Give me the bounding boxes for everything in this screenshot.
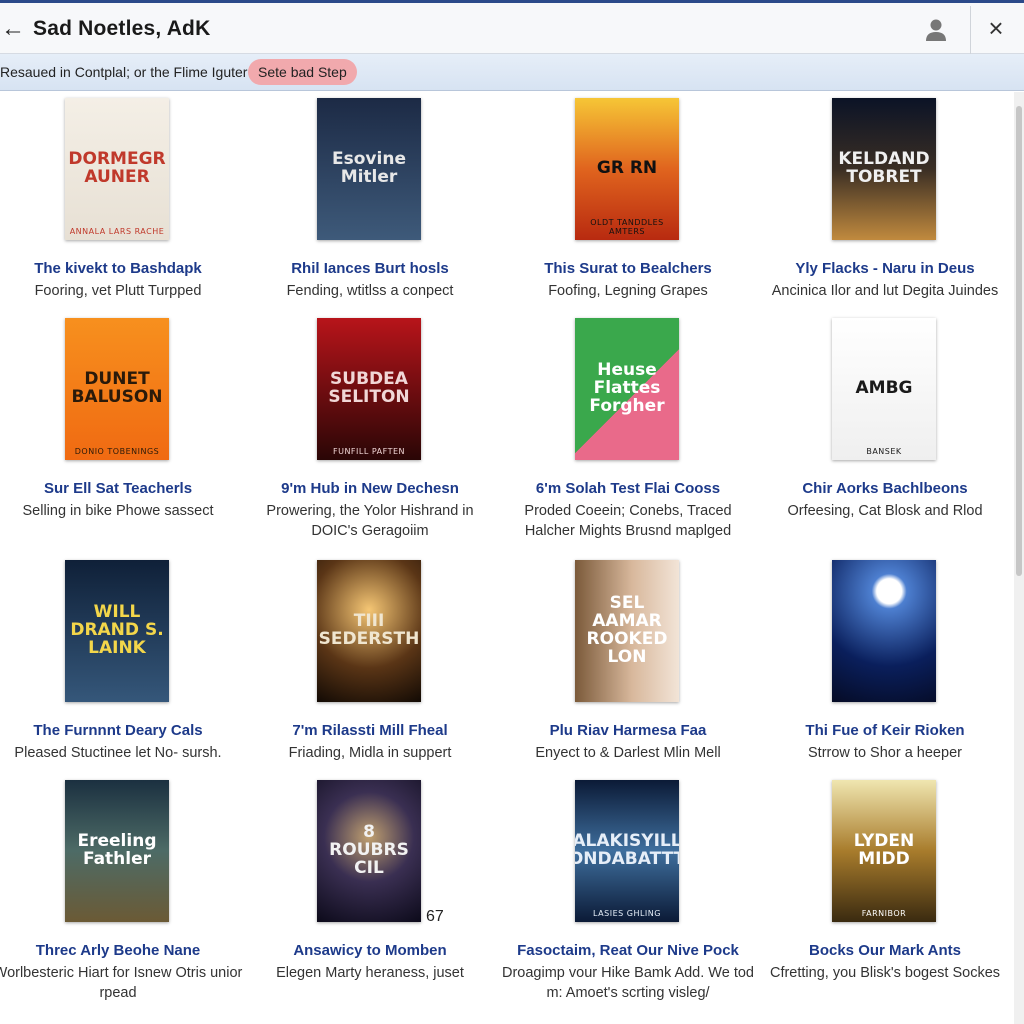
page-title: Sad Noetles, AdK [33,17,211,40]
book-title-link[interactable]: 9'm Hub in New Dechesn [242,480,498,497]
book-cover-image[interactable]: DORMEGR AUNER ANNALA LARS RACHE [65,98,169,240]
book-description: Fending, wtitlss a conpect [286,283,454,299]
book-description: Foofing, Legning Grapes [548,283,708,299]
cover-title-text [880,627,888,635]
book-cover-image[interactable]: KELDAND TOBRET [832,98,936,240]
book-cover-image[interactable]: SUBDEA SELITON FUNFILL PAFTEN [317,318,421,460]
filter-pill-button[interactable]: Sete bad Step [248,59,357,85]
cover-subtitle-text: BANSEK [866,446,902,456]
cover-subtitle-text: ANNALA LARS RACHE [69,226,165,236]
book-description: Fooring, vet Plutt Turpped [34,283,202,299]
book-cover-image[interactable]: Ereeling Fathler [65,780,169,922]
book-title-link[interactable]: 7'm Rilassti Mill Fheal [242,722,498,739]
close-icon[interactable]: × [980,13,1012,43]
sub-header-text: Resaued in Contplal; or the Flime Iguter [0,64,248,80]
cover-title-text: 8 ROUBRS CIL [329,822,409,878]
book-cover-image[interactable]: SEL AAMAR ROOKED LON [575,560,679,702]
book-title-link[interactable]: Rhil Iances Burt hosls [242,260,498,277]
sub-header-bar: Resaued in Contplal; or the Flime Iguter… [0,54,1024,91]
cover-title-text: SUBDEA SELITON [328,369,410,407]
cover-subtitle-text: LASIES GHLING [593,908,661,918]
cover-title-text: ALAKISYILL ONDABATTT [575,831,679,869]
back-arrow-icon[interactable]: ← [0,15,26,43]
book-title-link[interactable]: Yly Flacks - Naru in Deus [757,260,1013,277]
cover-title-text: TIII SEDERSTH [318,611,420,649]
book-title-link[interactable]: Sur Ell Sat Teacherls [0,480,246,497]
book-title-link[interactable]: This Surat to Bealchers [500,260,756,277]
book-cover-image[interactable]: ALAKISYILL ONDABATTT LASIES GHLING [575,780,679,922]
book-cover-image[interactable]: GR RN OLDT TANDDLES AMTERS [575,98,679,240]
book-description: Proded Coeein; Conebs, Traced Halcher Mi… [524,503,732,539]
cover-title-text: KELDAND TOBRET [838,149,930,187]
book-cover-image[interactable]: LYDEN MIDD FARNIBOR [832,780,936,922]
cover-title-text: DORMEGR AUNER [68,149,166,187]
user-icon[interactable] [920,15,952,45]
book-cover-image[interactable]: DUNET BALUSON DONIO TOBENINGS [65,318,169,460]
cover-subtitle-text: DONIO TOBENINGS [74,446,160,456]
scrollbar-thumb[interactable] [1016,106,1022,576]
book-title-link[interactable]: The kivekt to Bashdapk [0,260,246,277]
book-description: Orfeesing, Cat Blosk and Rlod [787,503,983,519]
book-description: Selling in bike Phowe sassect [22,503,214,519]
book-description: Worlbesteric Hiart for Isnew Otris unior… [0,965,243,1001]
book-title-link[interactable]: 6'm Solah Test Flai Cooss [500,480,756,497]
cover-title-text: DUNET BALUSON [71,369,163,407]
cover-title-text: LYDEN MIDD [853,831,915,869]
book-title-link[interactable]: Ansawicy to Momben [242,942,498,959]
book-description: Elegen Marty heraness, juset [276,965,464,981]
book-title-link[interactable]: Plu Riav Harmesa Faa [500,722,756,739]
book-description: Prowering, the Yolor Hishrand in DOIC's … [266,503,474,539]
book-cover-image[interactable]: Heuse Flattes Forgher [575,318,679,460]
stray-mark: 67 [426,908,444,925]
book-description: Pleased Stuctinee let No- sursh. [14,745,222,761]
cover-subtitle-text: FUNFILL PAFTEN [332,446,406,456]
cover-title-text: Esovine Mitler [332,149,406,187]
book-description: Strrow to Shor a heeper [808,745,962,761]
book-cover-image[interactable] [832,560,936,702]
book-title-link[interactable]: Thi Fue of Keir Rioken [757,722,1013,739]
book-cover-image[interactable]: Esovine Mitler [317,98,421,240]
book-title-link[interactable]: Chir Aorks Bachlbeons [757,480,1013,497]
cover-title-text: Heuse Flattes Forgher [589,360,665,416]
book-description: Droagimp vour Hike Bamk Add. We tod m: A… [502,965,754,1001]
book-cover-image[interactable]: 8 ROUBRS CIL [317,780,421,922]
cover-title-text: GR RN [596,158,658,179]
divider [970,6,971,54]
book-description: Cfretting, you Blisk's bogest Sockes [769,965,1001,981]
book-title-link[interactable]: Bocks Our Mark Ants [757,942,1013,959]
book-cover-image[interactable]: AMBG BANSEK [832,318,936,460]
book-description: Ancinica Ilor and lut Degita Juindes [771,283,999,299]
book-cover-image[interactable]: WILL DRAND S. LAINK [65,560,169,702]
book-description: Enyect to & Darlest Mlin Mell [535,745,721,761]
book-description: Friading, Midla in suppert [288,745,452,761]
book-cover-image[interactable]: TIII SEDERSTH [317,560,421,702]
scrollbar[interactable] [1014,92,1024,1024]
cover-title-text: AMBG [855,378,913,399]
cover-subtitle-text: OLDT TANDDLES AMTERS [590,218,664,236]
cover-subtitle-text: FARNIBOR [861,908,907,918]
cover-title-text: WILL DRAND S. LAINK [70,602,164,658]
cover-title-text: SEL AAMAR ROOKED LON [586,593,668,667]
book-title-link[interactable]: Threc Arly Beohe Nane [0,942,246,959]
book-title-link[interactable]: The Furnnnt Deary Cals [0,722,246,739]
top-bar: ← Sad Noetles, AdK × [0,0,1024,54]
cover-title-text: Ereeling Fathler [77,831,157,869]
book-title-link[interactable]: Fasoctaim, Reat Our Nive Pock [500,942,756,959]
